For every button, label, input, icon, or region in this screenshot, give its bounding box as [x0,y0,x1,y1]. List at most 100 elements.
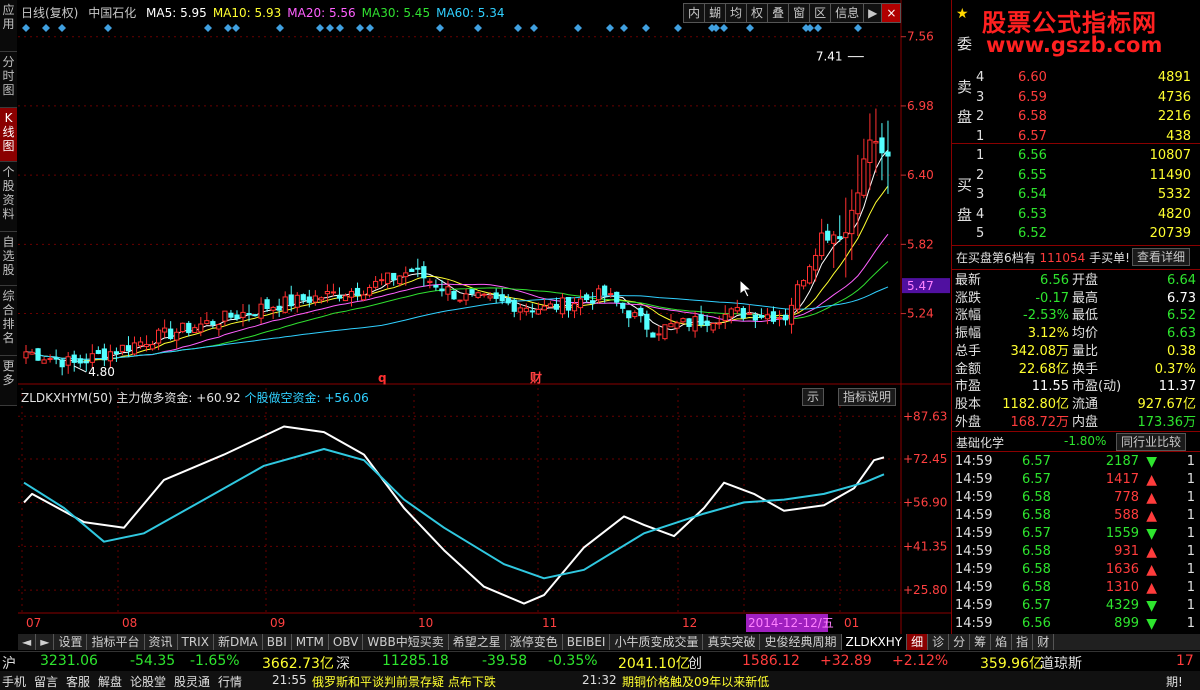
buy-row[interactable]: 4 6.53 4820 [952,205,1200,224]
tick-row[interactable]: 14:59 6.58 588 ▲ 1 [952,507,1200,525]
candle-body-57 [366,287,373,296]
tick-row[interactable]: 14:59 6.57 2187 ▼ 1 [952,453,1200,471]
candle-body-98 [614,291,620,303]
tick-count: 1 [1186,598,1195,613]
toolbar-button-1[interactable]: 蝴 [704,3,727,23]
ticker-link-3[interactable]: 解盘 [98,673,122,690]
indicator-tab-1[interactable]: 指标平台 [87,634,145,650]
ticker-link-1[interactable]: 留言 [34,673,58,690]
indicator-tab-8[interactable]: WBB中短买卖 [363,634,449,650]
ticker-link-0[interactable]: 手机 [2,673,26,690]
toolbar-button-5[interactable]: 窗 [788,3,811,23]
stock-name: 中国石化 [88,6,137,20]
indicator-tab-15[interactable]: ZLDKXHY [841,634,908,650]
view-detail-button[interactable]: 查看详细 [1132,248,1191,266]
indicator-tab-20[interactable]: 焰 [991,634,1013,650]
indicator-tab-14[interactable]: 史俊经典周期 [760,634,842,650]
indicator-tab-17[interactable]: 诊 [928,634,950,650]
quote-panel: ★ 股票公式指标网 www.gszb.com 委 卖盘 4 6.60 4891 3 6.… [951,0,1200,634]
ticker-link-5[interactable]: 股灵通 [174,673,210,690]
indicator-tab-22[interactable]: 财 [1033,634,1055,650]
tick-time: 14:59 [955,562,993,577]
stat-value-left: 6.56 [1040,273,1069,288]
chart-area[interactable]: 7.56 6.98 6.40 5.82 5.24 5.47 +87.63 +72.45 +56.… [18,0,951,634]
toolbar-button-2[interactable]: 均 [725,3,748,23]
indicator-tab-4[interactable]: 新DMA [214,634,263,650]
ticker-link-2[interactable]: 客服 [66,673,90,690]
toolbar-button-7[interactable]: 信息 [830,3,865,23]
arrow-up-icon: ▲ [1146,508,1157,524]
toolbar-button-3[interactable]: 权 [746,3,769,23]
tick-row[interactable]: 14:59 6.58 778 ▲ 1 [952,489,1200,507]
candle-body-26 [180,322,186,333]
tab-scroll-left[interactable]: ◄ [18,634,37,650]
buy-row[interactable]: 5 6.52 20739 [952,224,1200,243]
indicator-tab-6[interactable]: MTM [292,634,329,650]
tick-row[interactable]: 14:59 6.56 899 ▼ 1 [952,615,1200,633]
sell-volume: 4736 [1157,89,1191,105]
indicator-show-button[interactable]: 示 [802,388,825,406]
tick-row[interactable]: 14:59 6.58 1310 ▲ 1 [952,579,1200,597]
left-tab-5[interactable]: 综合排名 [0,286,17,356]
left-tab-0[interactable]: 应用 [0,0,17,52]
tick-row[interactable]: 14:59 6.58 931 ▲ 1 [952,543,1200,561]
indicator-tab-19[interactable]: 筹 [970,634,992,650]
indicator-tab-18[interactable]: 分 [949,634,971,650]
candle-body-117 [728,308,734,318]
left-tab-1[interactable]: 分时图 [0,52,17,108]
indicator-tab-16[interactable]: 细 [907,634,929,650]
buy-level: 5 [976,226,985,241]
indicator-tab-7[interactable]: OBV [329,634,364,650]
industry-compare-button[interactable]: 同行业比较 [1116,433,1187,451]
news1-text[interactable]: 俄罗斯和平谈判前景存疑 点布下跌 [312,673,496,690]
indicator-tab-3[interactable]: TRIX [178,634,214,650]
left-tab-3[interactable]: 个股资料 [0,162,17,232]
candle-body-143 [885,151,891,157]
left-tab-2[interactable]: K线图 [0,108,17,162]
toolbar-button-8[interactable]: ▶ [863,3,883,23]
ticker-link-4[interactable]: 论股堂 [130,673,166,690]
tab-scroll-right[interactable]: ► [36,634,55,650]
indicator-tab-21[interactable]: 指 [1012,634,1034,650]
sell-row[interactable]: 3 6.59 4736 [952,88,1200,107]
arrow-up-icon: ▲ [1146,562,1157,578]
ticker-link-6[interactable]: 行情 [218,673,242,690]
indicator-tab-9[interactable]: 希望之星 [449,634,506,650]
indicator-tab-2[interactable]: 资讯 [145,634,178,650]
left-tab-6[interactable]: 更多 [0,356,17,406]
tick-price: 6.58 [1022,490,1051,505]
stat-value-left: 168.72万 [1010,414,1070,430]
tick-count: 1 [1186,562,1195,577]
indicator-tab-0[interactable]: 设置 [54,634,88,650]
close-chart-icon[interactable]: × [881,3,902,23]
sector-name[interactable]: 基础化学 [956,434,1004,451]
date-tick-7: 01 [844,616,859,630]
candle-body-78 [493,292,499,299]
buy-volume: 5332 [1157,187,1191,202]
indicator-tab-13[interactable]: 真实突破 [703,634,761,650]
left-tab-4[interactable]: 自选股 [0,232,17,286]
date-tick-1: 08 [122,616,137,630]
indicator-tab-10[interactable]: 涨停变色 [506,634,563,650]
event-label-1[interactable]: 财 [529,370,542,385]
buy-row[interactable]: 3 6.54 5332 [952,185,1200,204]
buy-row[interactable]: 2 6.55 11490 [952,166,1200,185]
tick-row[interactable]: 14:59 6.57 4329 ▼ 1 [952,597,1200,615]
buy-row[interactable]: 1 6.56 10807 [952,146,1200,165]
candle-body-101 [632,312,638,318]
toolbar-button-6[interactable]: 区 [809,3,832,23]
stat-row: 市盈 11.55 市盈(动) 11.37 [952,378,1200,396]
tick-row[interactable]: 14:59 6.57 1417 ▲ 1 [952,471,1200,489]
indicator-help-button[interactable]: 指标说明 [838,388,897,406]
sell-row[interactable]: 2 6.58 2216 [952,107,1200,126]
tick-row[interactable]: 14:59 6.57 1559 ▼ 1 [952,525,1200,543]
indicator-tab-5[interactable]: BBI [263,634,292,650]
news2-text[interactable]: 期铜价格触及09年以来新低 [622,673,769,690]
tick-row[interactable]: 14:59 6.58 1636 ▲ 1 [952,561,1200,579]
toolbar-button-0[interactable]: 内 [683,3,706,23]
toolbar-button-4[interactable]: 叠 [767,3,790,23]
indicator-tab-11[interactable]: BEIBEI [563,634,611,650]
event-label-0[interactable]: q [378,371,387,385]
indicator-tab-12[interactable]: 小牛质变成交量 [610,634,704,650]
sell-row[interactable]: 4 6.60 4891 [952,68,1200,87]
